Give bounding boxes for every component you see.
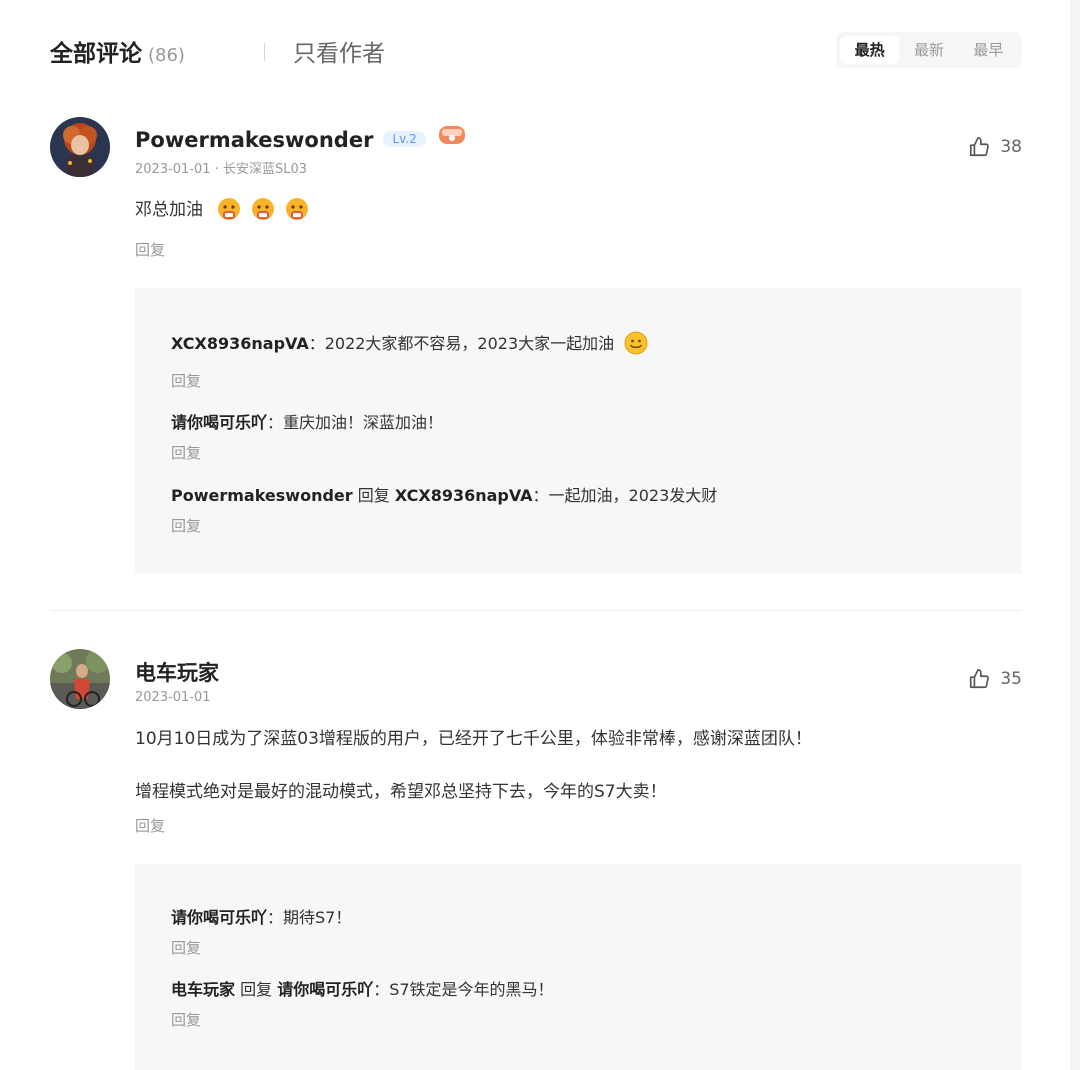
tab-divider	[264, 43, 265, 61]
sub-reply: XCX8936napVA：2022大家都不容易，2023大家一起加油	[171, 330, 649, 356]
sub-reply-text: ：一起加油，2023发大财	[532, 486, 718, 505]
comments-header: 全部评论 (86) 只看作者 最热 最新 最早	[50, 30, 1022, 70]
level-badge: Lv.2	[383, 131, 426, 147]
smile-emoji-icon	[623, 330, 649, 356]
like-button[interactable]: 35	[968, 668, 1022, 690]
sort-newest-button[interactable]: 最新	[899, 36, 958, 64]
sub-reply-target-username[interactable]: XCX8936napVA	[395, 486, 533, 505]
reply-button[interactable]: 回复	[135, 239, 165, 260]
sub-reply-button[interactable]: 回复	[171, 1009, 201, 1030]
cheer-emoji-icon	[216, 196, 242, 222]
thumb-up-icon	[970, 137, 990, 157]
comment-content: 邓总加油	[135, 195, 310, 222]
reply-button[interactable]: 回复	[135, 815, 165, 836]
sub-reply-target-username[interactable]: 请你喝可乐吖	[277, 980, 373, 999]
tab-author-only[interactable]: 只看作者	[293, 34, 385, 68]
comments-page: 全部评论 (86) 只看作者 最热 最新 最早 Powermakeswonder L…	[0, 0, 1080, 1070]
sub-reply-text: ：重庆加油！深蓝加油！	[267, 413, 444, 432]
comment-divider	[50, 610, 1022, 611]
comment-username[interactable]: Powermakeswonder Lv.2	[135, 124, 466, 152]
thumb-up-icon	[970, 669, 990, 689]
sub-reply: Powermakeswonder 回复 XCX8936napVA：一起加油，20…	[171, 482, 717, 506]
sub-reply: 请你喝可乐吖：重庆加油！深蓝加油！	[171, 409, 443, 433]
fan-medal-icon	[438, 124, 466, 146]
sub-reply-button[interactable]: 回复	[171, 937, 201, 958]
sub-reply-username[interactable]: 请你喝可乐吖	[171, 908, 267, 927]
tab-all-label: 全部评论	[50, 41, 142, 67]
sub-reply-button[interactable]: 回复	[171, 515, 201, 536]
cheer-emoji-icon	[284, 196, 310, 222]
cheer-emoji-icon	[250, 196, 276, 222]
sub-reply-text: ：2022大家都不容易，2023大家一起加油	[308, 334, 615, 353]
username-text: Powermakeswonder	[135, 128, 374, 152]
sort-toggle: 最热 最新 最早	[836, 32, 1022, 68]
reply-thread: 请你喝可乐吖：期待S7！ 回复 电车玩家 回复 请你喝可乐吖：S7铁定是今年的黑…	[135, 864, 1022, 1070]
sort-hot-button[interactable]: 最热	[840, 36, 900, 64]
comment-meta: 2023-01-01 · 长安深蓝SL03	[135, 162, 307, 177]
comment-count: (86)	[148, 45, 185, 66]
sub-reply-username[interactable]: XCX8936napVA	[171, 334, 309, 353]
sort-oldest-button[interactable]: 最早	[959, 36, 1018, 64]
comment-meta: 2023-01-01	[135, 690, 211, 705]
sub-reply-username[interactable]: Powermakeswonder	[171, 486, 353, 505]
sub-reply-button[interactable]: 回复	[171, 370, 201, 391]
sub-reply-username[interactable]: 电车玩家	[171, 980, 235, 999]
comment-username[interactable]: 电车玩家	[135, 657, 219, 687]
sub-reply-text: ：S7铁定是今年的黑马！	[373, 980, 554, 999]
sub-reply: 请你喝可乐吖：期待S7！	[171, 904, 351, 928]
sub-reply-reply-word: 回复	[235, 980, 278, 999]
like-count: 35	[1000, 669, 1022, 689]
avatar[interactable]	[50, 117, 110, 177]
comment-content-line: 10月10日成为了深蓝03增程版的用户，已经开了七千公里，体验非常棒，感谢深蓝团…	[135, 729, 812, 749]
sub-reply-reply-word: 回复	[352, 486, 395, 505]
reply-thread: XCX8936napVA：2022大家都不容易，2023大家一起加油 回复 请你…	[135, 288, 1022, 574]
sub-reply-username[interactable]: 请你喝可乐吖	[171, 413, 267, 432]
sub-reply-text: ：期待S7！	[267, 908, 352, 927]
like-button[interactable]: 38	[968, 136, 1022, 158]
scrollbar-track[interactable]	[1070, 0, 1080, 1070]
avatar[interactable]	[50, 649, 110, 709]
like-count: 38	[1000, 137, 1022, 157]
sub-reply-button[interactable]: 回复	[171, 442, 201, 463]
sub-reply: 电车玩家 回复 请你喝可乐吖：S7铁定是今年的黑马！	[171, 976, 554, 1000]
comment-text: 邓总加油	[135, 200, 203, 220]
tab-all-comments[interactable]: 全部评论 (86)	[50, 34, 185, 68]
comment-content-line: 增程模式绝对是最好的混动模式，希望邓总坚持下去，今年的S7大卖！	[135, 782, 667, 802]
